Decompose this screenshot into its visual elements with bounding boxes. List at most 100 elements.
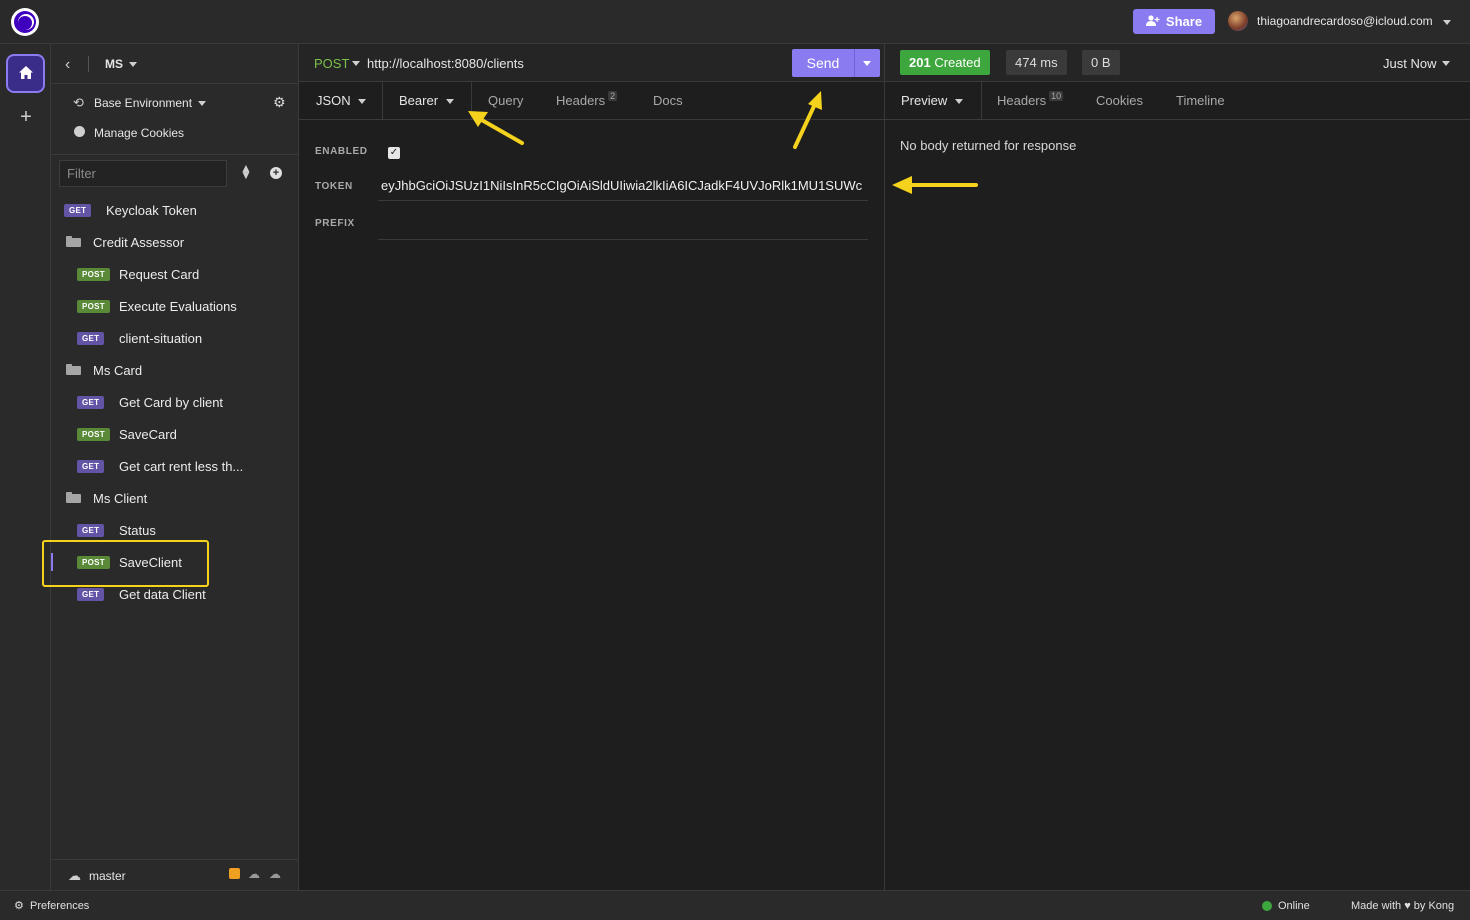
- request-label: Get cart rent less th...: [119, 459, 244, 474]
- response-time-badge: 474 ms: [1006, 50, 1067, 75]
- branch-bar: ☁ master ☁ ☁: [51, 859, 298, 890]
- share-button[interactable]: Share: [1133, 9, 1215, 34]
- request-label: Get Card by client: [119, 395, 224, 410]
- response-tabs: Preview Headers 10 Cookies Timeline: [885, 82, 1470, 120]
- url-input[interactable]: http://localhost:8080/clients: [367, 56, 524, 71]
- tab-body[interactable]: JSON: [316, 82, 367, 120]
- chevron-down-icon: [445, 99, 454, 105]
- sidebar-request[interactable]: POST Execute Evaluations: [51, 290, 298, 322]
- method-select[interactable]: POST: [314, 56, 349, 71]
- tab-auth[interactable]: Bearer: [399, 82, 454, 120]
- home-icon: [18, 65, 34, 83]
- chevron-down-icon: [358, 99, 367, 105]
- manage-cookies-label: Manage Cookies: [94, 126, 185, 140]
- filter-row: ▲▼ +: [51, 154, 298, 190]
- workspace-name[interactable]: MS: [105, 57, 123, 71]
- package-icon[interactable]: [229, 868, 240, 879]
- home-button[interactable]: [6, 54, 45, 93]
- request-label: client-situation: [119, 331, 203, 346]
- made-with-prefix: Made with: [1351, 900, 1402, 912]
- sidebar-request[interactable]: GET Keycloak Token: [51, 194, 298, 226]
- cloud-download-icon[interactable]: ☁: [248, 867, 260, 881]
- chevron-down-icon[interactable]: [129, 62, 137, 67]
- refresh-icon: ⟲: [73, 95, 84, 110]
- sidebar-request[interactable]: GET Get Card by client: [51, 386, 298, 418]
- user-email[interactable]: thiagoandrecardoso@icloud.com: [1257, 14, 1433, 28]
- online-status: Online: [1278, 900, 1310, 912]
- share-label: Share: [1165, 14, 1203, 29]
- enabled-label: ENABLED: [315, 146, 368, 157]
- enabled-checkbox[interactable]: ✓: [388, 147, 400, 159]
- add-request-icon[interactable]: +: [270, 167, 282, 179]
- prefix-input[interactable]: [378, 214, 868, 240]
- environment-selector[interactable]: ⟲ Base Environment ⚙: [51, 92, 298, 114]
- add-project-button[interactable]: +: [17, 107, 35, 127]
- history-selector[interactable]: Just Now: [1383, 56, 1436, 71]
- response-status-bar: 201 Created 474 ms 0 B Just Now: [885, 44, 1470, 82]
- method-badge: GET: [64, 204, 92, 217]
- divider: [854, 49, 855, 77]
- tab-query[interactable]: Query: [488, 82, 523, 120]
- sidebar-folder[interactable]: Ms Card: [51, 354, 298, 386]
- sidebar-request[interactable]: POST SaveCard: [51, 418, 298, 450]
- preferences-link[interactable]: Preferences: [30, 900, 89, 912]
- folder-label: Ms Card: [93, 363, 143, 378]
- tab-response-headers[interactable]: Headers 10: [997, 82, 1064, 120]
- tab-timeline[interactable]: Timeline: [1176, 82, 1225, 120]
- response-body-message: No body returned for response: [900, 138, 1077, 153]
- token-label: TOKEN: [315, 181, 353, 192]
- filter-input[interactable]: [59, 160, 227, 187]
- method-badge: GET: [77, 396, 105, 409]
- tab-cookies[interactable]: Cookies: [1096, 82, 1143, 120]
- request-label: SaveCard: [119, 427, 177, 442]
- response-size-badge: 0 B: [1082, 50, 1120, 75]
- cloud-upload-icon[interactable]: ☁: [269, 867, 281, 881]
- sort-icon[interactable]: ▲ ▼: [240, 162, 252, 181]
- status-badge: 201 Created: [900, 50, 990, 75]
- request-label: Execute Evaluations: [119, 299, 237, 314]
- environment-label: Base Environment: [94, 96, 193, 110]
- sidebar-folder[interactable]: Ms Client: [51, 482, 298, 514]
- method-badge: POST: [77, 268, 110, 281]
- tab-preview[interactable]: Preview: [901, 82, 963, 120]
- folder-label: Credit Assessor: [93, 235, 185, 250]
- method-badge: GET: [77, 524, 105, 537]
- workspace-header: ‹ MS: [51, 44, 298, 84]
- tab-docs[interactable]: Docs: [653, 82, 683, 120]
- request-label: Status: [119, 523, 156, 538]
- status-bar: ⚙ Preferences Online Made with ♥ by Kong: [0, 890, 1470, 920]
- chevron-down-icon: [954, 99, 963, 105]
- divider: [981, 82, 982, 120]
- sidebar-request[interactable]: GET client-situation: [51, 322, 298, 354]
- method-badge: GET: [77, 460, 105, 473]
- token-input[interactable]: eyJhbGciOiJSUzI1NiIsInR5cCIgOiAiSldUIiwi…: [378, 177, 868, 201]
- request-label: Request Card: [119, 267, 200, 282]
- heart-icon: ♥: [1404, 900, 1411, 912]
- request-tabs: JSON Bearer Query Headers 2 Docs: [299, 82, 884, 120]
- manage-cookies[interactable]: Manage Cookies: [51, 122, 298, 144]
- chevron-left-icon[interactable]: ‹: [65, 56, 70, 74]
- made-with-kong[interactable]: Made with ♥ by Kong: [1351, 900, 1454, 912]
- url-bar: POST http://localhost:8080/clients Send: [299, 44, 884, 82]
- chevron-down-icon[interactable]: [352, 61, 360, 66]
- request-label: Get data Client: [119, 587, 206, 602]
- response-headers-count-badge: 10: [1049, 91, 1064, 101]
- sidebar-folder[interactable]: Credit Assessor: [51, 226, 298, 258]
- branch-name[interactable]: master: [89, 869, 126, 883]
- gear-icon[interactable]: ⚙: [273, 94, 286, 111]
- tab-response-headers-label: Headers: [997, 93, 1047, 108]
- send-options-chevron-icon[interactable]: [863, 61, 871, 66]
- gear-icon[interactable]: ⚙: [14, 899, 24, 912]
- sidebar-request[interactable]: POST Request Card: [51, 258, 298, 290]
- chevron-down-icon[interactable]: [1442, 61, 1450, 66]
- divider: [382, 82, 383, 120]
- sidebar-request[interactable]: GET Get cart rent less th...: [51, 450, 298, 482]
- tab-headers[interactable]: Headers 2: [556, 82, 618, 120]
- app-logo[interactable]: [11, 8, 39, 36]
- send-button[interactable]: Send: [792, 49, 854, 77]
- tab-auth-label: Bearer: [399, 93, 439, 108]
- request-label: Keycloak Token: [106, 203, 197, 218]
- chevron-down-icon[interactable]: [1443, 20, 1451, 25]
- avatar[interactable]: [1228, 11, 1248, 31]
- cookie-icon: [74, 126, 85, 137]
